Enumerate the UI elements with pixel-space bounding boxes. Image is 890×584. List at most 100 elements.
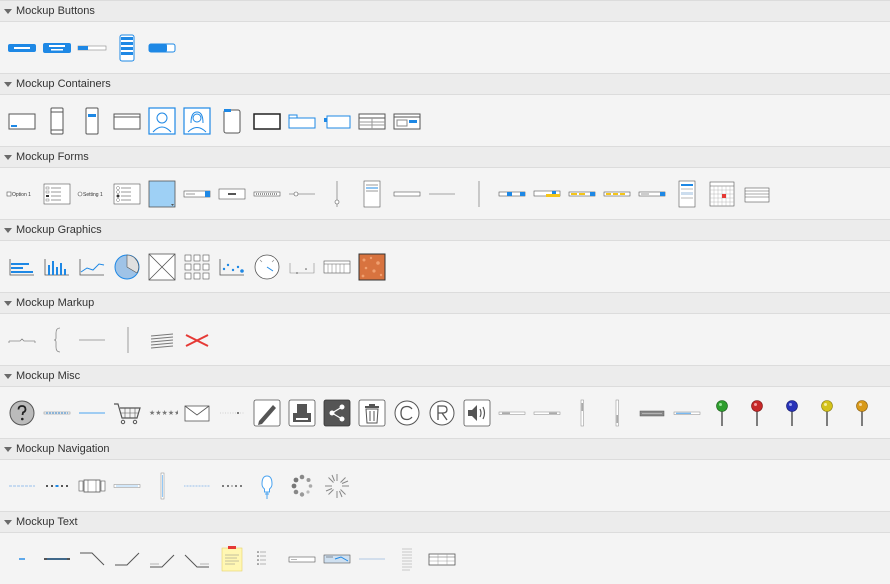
shape-help-icon[interactable] bbox=[6, 397, 38, 429]
shape-spinner-dots-icon[interactable] bbox=[286, 470, 318, 502]
section-header[interactable]: Mockup Navigation bbox=[0, 438, 890, 460]
shape-color-picker-icon[interactable] bbox=[601, 178, 633, 210]
shape-button-icon[interactable] bbox=[6, 32, 38, 64]
shape-registered-icon[interactable] bbox=[426, 397, 458, 429]
shape-tablet-icon[interactable] bbox=[216, 105, 248, 137]
shape-bar-chart-horizontal-icon[interactable] bbox=[6, 251, 38, 283]
shape-vertical-line-icon[interactable] bbox=[461, 178, 493, 210]
shape-link-line-icon[interactable] bbox=[76, 397, 108, 429]
section-header[interactable]: Mockup Markup bbox=[0, 292, 890, 314]
shape-vertical-menu-icon[interactable] bbox=[146, 470, 178, 502]
map-pin-red-icon[interactable] bbox=[741, 397, 773, 429]
shape-scribble-icon[interactable] bbox=[146, 324, 178, 356]
disclosure-triangle-icon[interactable] bbox=[4, 519, 12, 525]
shape-search-field-icon[interactable] bbox=[496, 178, 528, 210]
shape-sticky-note-icon[interactable] bbox=[216, 543, 248, 575]
shape-map-icon[interactable] bbox=[286, 251, 318, 283]
shape-shopping-cart-icon[interactable] bbox=[111, 397, 143, 429]
shape-spinner-rays-icon[interactable] bbox=[321, 470, 353, 502]
shape-trash-icon[interactable] bbox=[356, 397, 388, 429]
shape-horizontal-rule-icon[interactable] bbox=[76, 324, 108, 356]
shape-text-link-line-icon[interactable] bbox=[356, 543, 388, 575]
shape-list-box-icon[interactable] bbox=[356, 178, 388, 210]
shape-horizontal-scrollbar-icon[interactable] bbox=[496, 397, 528, 429]
shape-phone-icon[interactable] bbox=[41, 105, 73, 137]
disclosure-triangle-icon[interactable] bbox=[4, 81, 12, 87]
shape-column-chart-icon[interactable] bbox=[41, 251, 73, 283]
shape-image-grid-icon[interactable] bbox=[181, 251, 213, 283]
shape-browser-window-icon[interactable] bbox=[6, 105, 38, 137]
shape-radio-group-icon[interactable] bbox=[111, 178, 143, 210]
shape-lightbulb-icon[interactable] bbox=[251, 470, 283, 502]
shape-menu-list-icon[interactable] bbox=[741, 178, 773, 210]
shape-scatter-chart-icon[interactable] bbox=[216, 251, 248, 283]
shape-breadcrumb-icon[interactable] bbox=[6, 470, 38, 502]
shape-user-avatar-female-icon[interactable] bbox=[181, 105, 213, 137]
shape-image-placeholder-icon[interactable] bbox=[146, 251, 178, 283]
shape-callout-up-right-icon[interactable] bbox=[111, 543, 143, 575]
shape-user-avatar-male-icon[interactable] bbox=[146, 105, 178, 137]
shape-dropdown-field-icon[interactable] bbox=[636, 178, 668, 210]
shape-window-icon[interactable] bbox=[111, 105, 143, 137]
shape-progress-bar-icon[interactable] bbox=[41, 397, 73, 429]
shape-spinner-field-icon[interactable] bbox=[216, 178, 248, 210]
shape-horizontal-menu-icon[interactable] bbox=[111, 470, 143, 502]
shape-text-field-icon[interactable] bbox=[391, 178, 423, 210]
disclosure-triangle-icon[interactable] bbox=[4, 300, 12, 306]
shape-segmented-button-icon[interactable] bbox=[76, 32, 108, 64]
shape-button-list-icon[interactable] bbox=[111, 32, 143, 64]
disclosure-triangle-icon[interactable] bbox=[4, 8, 12, 14]
shape-callout-label-down-icon[interactable] bbox=[181, 543, 213, 575]
shape-textarea-icon[interactable] bbox=[146, 178, 178, 210]
shape-gauge-icon[interactable] bbox=[251, 251, 283, 283]
shape-phone-alt-icon[interactable] bbox=[76, 105, 108, 137]
shape-bulleted-list-icon[interactable] bbox=[251, 543, 283, 575]
shape-dots-navigation-icon[interactable] bbox=[216, 470, 248, 502]
shape-paragraph-icon[interactable] bbox=[391, 543, 423, 575]
shape-pencil-icon[interactable] bbox=[251, 397, 283, 429]
shape-password-field-icon[interactable] bbox=[251, 178, 283, 210]
shape-star-rating-icon[interactable]: ★★★★★ bbox=[146, 397, 178, 429]
shape-horizontal-slider-icon[interactable] bbox=[286, 178, 318, 210]
shape-callout-down-right-icon[interactable] bbox=[76, 543, 108, 575]
shape-vertical-rule-icon[interactable] bbox=[111, 324, 143, 356]
shape-pie-chart-icon[interactable] bbox=[111, 251, 143, 283]
shape-checkbox-group-icon[interactable] bbox=[41, 178, 73, 210]
section-header[interactable]: Mockup Text bbox=[0, 511, 890, 533]
shape-email-icon[interactable] bbox=[181, 397, 213, 429]
shape-line-chart-icon[interactable] bbox=[76, 251, 108, 283]
map-pin-orange-icon[interactable] bbox=[846, 397, 878, 429]
shape-print-icon[interactable] bbox=[286, 397, 318, 429]
shape-cover-flow-icon[interactable] bbox=[76, 470, 108, 502]
shape-copyright-icon[interactable] bbox=[391, 397, 423, 429]
shape-curly-brace-icon[interactable] bbox=[41, 324, 73, 356]
shape-dialog-window-icon[interactable] bbox=[391, 105, 423, 137]
section-header[interactable]: Mockup Buttons bbox=[0, 0, 890, 22]
map-pin-green-icon[interactable] bbox=[706, 397, 738, 429]
shape-link-bar-nav-icon[interactable] bbox=[181, 470, 213, 502]
shape-label-box-icon[interactable] bbox=[286, 543, 318, 575]
shape-data-table-icon[interactable] bbox=[426, 543, 458, 575]
disclosure-triangle-icon[interactable] bbox=[4, 154, 12, 160]
shape-horizontal-line-icon[interactable] bbox=[426, 178, 458, 210]
disclosure-triangle-icon[interactable] bbox=[4, 446, 12, 452]
shape-toggle-button-icon[interactable] bbox=[146, 32, 178, 64]
shape-horizontal-brace-icon[interactable] bbox=[6, 324, 38, 356]
shape-link-bar-icon[interactable] bbox=[671, 397, 703, 429]
shape-share-icon[interactable] bbox=[321, 397, 353, 429]
shape-date-picker-icon[interactable] bbox=[531, 178, 563, 210]
shape-vertical-scrollbar-alt-icon[interactable] bbox=[601, 397, 633, 429]
shape-tabbed-container-icon[interactable] bbox=[286, 105, 318, 137]
map-pin-blue-icon[interactable] bbox=[776, 397, 808, 429]
section-header[interactable]: Mockup Graphics bbox=[0, 219, 890, 241]
shape-horizontal-scrollbar-alt-icon[interactable] bbox=[531, 397, 563, 429]
shape-texture-image-icon[interactable] bbox=[356, 251, 388, 283]
shape-link-bar-text-icon[interactable] bbox=[41, 543, 73, 575]
shape-panel-icon[interactable] bbox=[251, 105, 283, 137]
shape-toolbar-icon[interactable] bbox=[636, 397, 668, 429]
shape-combobox-icon[interactable] bbox=[181, 178, 213, 210]
shape-table-window-icon[interactable] bbox=[356, 105, 388, 137]
shape-red-x-icon[interactable] bbox=[181, 324, 213, 356]
shape-radio-button-icon[interactable]: Setting 1 bbox=[76, 178, 108, 210]
shape-pagination-icon[interactable] bbox=[41, 470, 73, 502]
